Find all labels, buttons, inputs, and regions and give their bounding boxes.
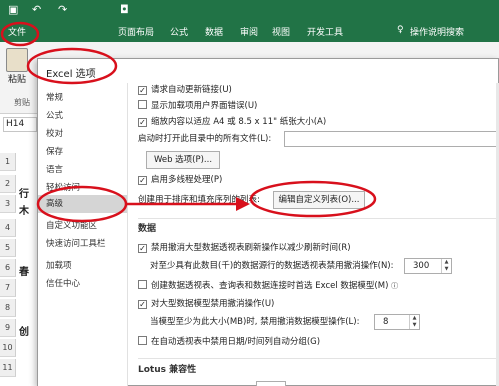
section-divider: [138, 358, 499, 359]
cell-text[interactable]: 行: [19, 185, 29, 200]
row-header[interactable]: 5: [0, 239, 16, 257]
clipboard-icon[interactable]: [6, 48, 28, 72]
option-disable-date-grouping[interactable]: 在自动透视表中禁用日期/时间列自动分组(G): [138, 335, 320, 349]
checkbox-checked[interactable]: ✓: [138, 244, 147, 253]
info-icon[interactable]: ⓘ: [391, 282, 398, 290]
stepper-value: 8: [383, 317, 389, 327]
nav-item-language[interactable]: 语言: [46, 163, 63, 175]
checkbox-unchecked[interactable]: [138, 100, 147, 109]
row-header[interactable]: 9: [0, 319, 16, 337]
stepper-arrows-icon[interactable]: ▲ ▼: [409, 315, 419, 329]
row-header[interactable]: 11: [0, 359, 16, 377]
pivot-rows-label: 对至少具有此数目(千)的数据源行的数据透视表禁用撤消操作(N):: [150, 259, 394, 273]
model-size-stepper[interactable]: 8 ▲ ▼: [374, 314, 420, 330]
tab-developer[interactable]: 开发工具: [307, 25, 343, 38]
row-header[interactable]: 3: [0, 195, 16, 213]
web-options-button[interactable]: Web 选项(P)...: [146, 151, 220, 169]
stepper-arrows-icon[interactable]: ▲ ▼: [441, 259, 451, 273]
redo-icon[interactable]: ↷: [58, 4, 67, 16]
worksheet-area: 1 2 3 4 5 6 7 8 9 10 11 12 13 行 木 春 创: [0, 135, 40, 386]
nav-item-quick-access-toolbar[interactable]: 快速访问工具栏: [46, 237, 106, 249]
dialog-title: Excel 选项: [46, 69, 96, 80]
tab-page-layout[interactable]: 页面布局: [118, 25, 154, 38]
option-label: 禁用撤消大型数据透视表刷新操作以减少刷新时间(R): [151, 243, 351, 253]
nav-item-formulas[interactable]: 公式: [46, 109, 63, 121]
option-label: 创建用于排序和填充序列的列表:: [138, 195, 260, 205]
row-header[interactable]: 7: [0, 279, 16, 297]
pivot-rows-stepper[interactable]: 300 ▲ ▼: [404, 258, 452, 274]
undo-icon[interactable]: ↶: [32, 4, 41, 16]
row-header[interactable]: 4: [0, 219, 16, 237]
row-header[interactable]: 8: [0, 299, 16, 317]
option-addin-errors[interactable]: 显示加载项用户界面错误(U): [138, 99, 257, 113]
checkbox-checked[interactable]: ✓: [138, 176, 147, 185]
option-label: 启动时打开此目录中的所有文件(L):: [138, 134, 272, 144]
startup-folder-label: 启动时打开此目录中的所有文件(L):: [138, 132, 271, 146]
option-multithread[interactable]: ✓ 启用多线程处理(P): [138, 173, 222, 187]
name-box[interactable]: H14: [3, 117, 37, 132]
ribbon-tabs: 文件 开始 页面布局 公式 数据 审阅 视图 开发工具 ♀ 操作说明搜索: [0, 20, 499, 42]
title-bar: ▣ ↶ ↷ ◘: [0, 0, 499, 20]
paste-label[interactable]: 粘贴: [8, 72, 26, 85]
cell-text[interactable]: 木: [19, 202, 29, 217]
nav-item-proofing[interactable]: 校对: [46, 127, 63, 139]
options-content: ✓ 请求自动更新链接(U) 显示加载项用户界面错误(U) ✓ 缩放内容以适应 A4 …: [138, 83, 499, 386]
excel-options-dialog: Excel 选项 常规 公式 校对 保存 语言 轻松访问 高级 自定义功能区 快…: [37, 58, 499, 386]
section-divider: [138, 218, 499, 219]
section-heading-lotus: Lotus 兼容性: [138, 365, 197, 375]
row-header[interactable]: 1: [0, 153, 16, 171]
stepper-value: 300: [413, 261, 430, 271]
lightbulb-icon: ♀: [397, 25, 404, 35]
checkbox-checked[interactable]: ✓: [138, 118, 147, 127]
tab-data[interactable]: 数据: [205, 25, 223, 38]
tab-review[interactable]: 审阅: [240, 25, 258, 38]
clipboard-group-label: 剪贴: [14, 98, 30, 107]
option-label: 缩放内容以适应 A4 或 8.5 x 11" 纸张大小(A): [151, 117, 327, 127]
nav-item-save[interactable]: 保存: [46, 145, 63, 157]
option-label: 创建数据透视表、查询表和数据连接时首选 Excel 数据模型(M): [151, 281, 389, 291]
option-label: 对至少具有此数目(千)的数据源行的数据透视表禁用撤消操作(N):: [150, 261, 394, 271]
startup-folder-input[interactable]: [284, 131, 499, 147]
nav-item-accessibility[interactable]: 轻松访问: [46, 181, 80, 193]
edit-custom-lists-button[interactable]: 编辑自定义列表(O)...: [273, 191, 365, 209]
option-disable-undo-pivot[interactable]: ✓ 禁用撤消大型数据透视表刷新操作以减少刷新时间(R): [138, 241, 351, 255]
options-nav: 常规 公式 校对 保存 语言 轻松访问 高级 自定义功能区 快速访问工具栏 加载…: [38, 83, 128, 386]
save-icon[interactable]: ▣: [8, 4, 18, 16]
checkbox-unchecked[interactable]: [138, 336, 147, 345]
model-size-label: 当模型至少为此大小(MB)时, 禁用撤消数据模型操作(L):: [150, 315, 359, 329]
option-label: 显示加载项用户界面错误(U): [151, 101, 258, 111]
option-label: 当模型至少为此大小(MB)时, 禁用撤消数据模型操作(L):: [150, 317, 360, 327]
row-header[interactable]: 10: [0, 339, 16, 357]
tab-formulas[interactable]: 公式: [170, 25, 188, 38]
custom-list-label: 创建用于排序和填充序列的列表:: [138, 193, 260, 207]
nav-item-customize-ribbon[interactable]: 自定义功能区: [46, 219, 97, 231]
option-label: 对大型数据模型禁用撤消操作(U): [151, 299, 275, 309]
checkbox-checked[interactable]: ✓: [138, 300, 147, 309]
tab-tell-me[interactable]: 操作说明搜索: [410, 25, 464, 38]
nav-item-trust-center[interactable]: 信任中心: [46, 277, 80, 289]
tab-view[interactable]: 视图: [272, 25, 290, 38]
option-label: 请求自动更新链接(U): [151, 85, 232, 95]
lotus-field[interactable]: [256, 381, 286, 386]
row-header[interactable]: 6: [0, 259, 16, 277]
nav-item-advanced[interactable]: 高级: [38, 195, 127, 213]
option-update-links[interactable]: ✓ 请求自动更新链接(U): [138, 83, 232, 97]
checkbox-unchecked[interactable]: [138, 280, 147, 289]
option-label: 启用多线程处理(P): [151, 175, 223, 185]
option-disable-undo-model[interactable]: ✓ 对大型数据模型禁用撤消操作(U): [138, 297, 274, 311]
option-label: 在自动透视表中禁用日期/时间列自动分组(G): [151, 337, 321, 347]
nav-item-add-ins[interactable]: 加载项: [46, 259, 72, 271]
cell-text[interactable]: 春: [19, 263, 29, 278]
nav-item-general[interactable]: 常规: [46, 91, 63, 103]
option-scale-a4[interactable]: ✓ 缩放内容以适应 A4 或 8.5 x 11" 纸张大小(A): [138, 115, 326, 129]
checkbox-checked[interactable]: ✓: [138, 86, 147, 95]
tab-file[interactable]: 文件: [8, 25, 26, 38]
cell-text[interactable]: 创: [19, 323, 29, 338]
option-prefer-data-model[interactable]: 创建数据透视表、查询表和数据连接时首选 Excel 数据模型(M) ⓘ: [138, 279, 398, 293]
section-heading-data: 数据: [138, 224, 157, 234]
camera-icon[interactable]: ◘: [120, 4, 129, 16]
row-header[interactable]: 2: [0, 175, 16, 193]
